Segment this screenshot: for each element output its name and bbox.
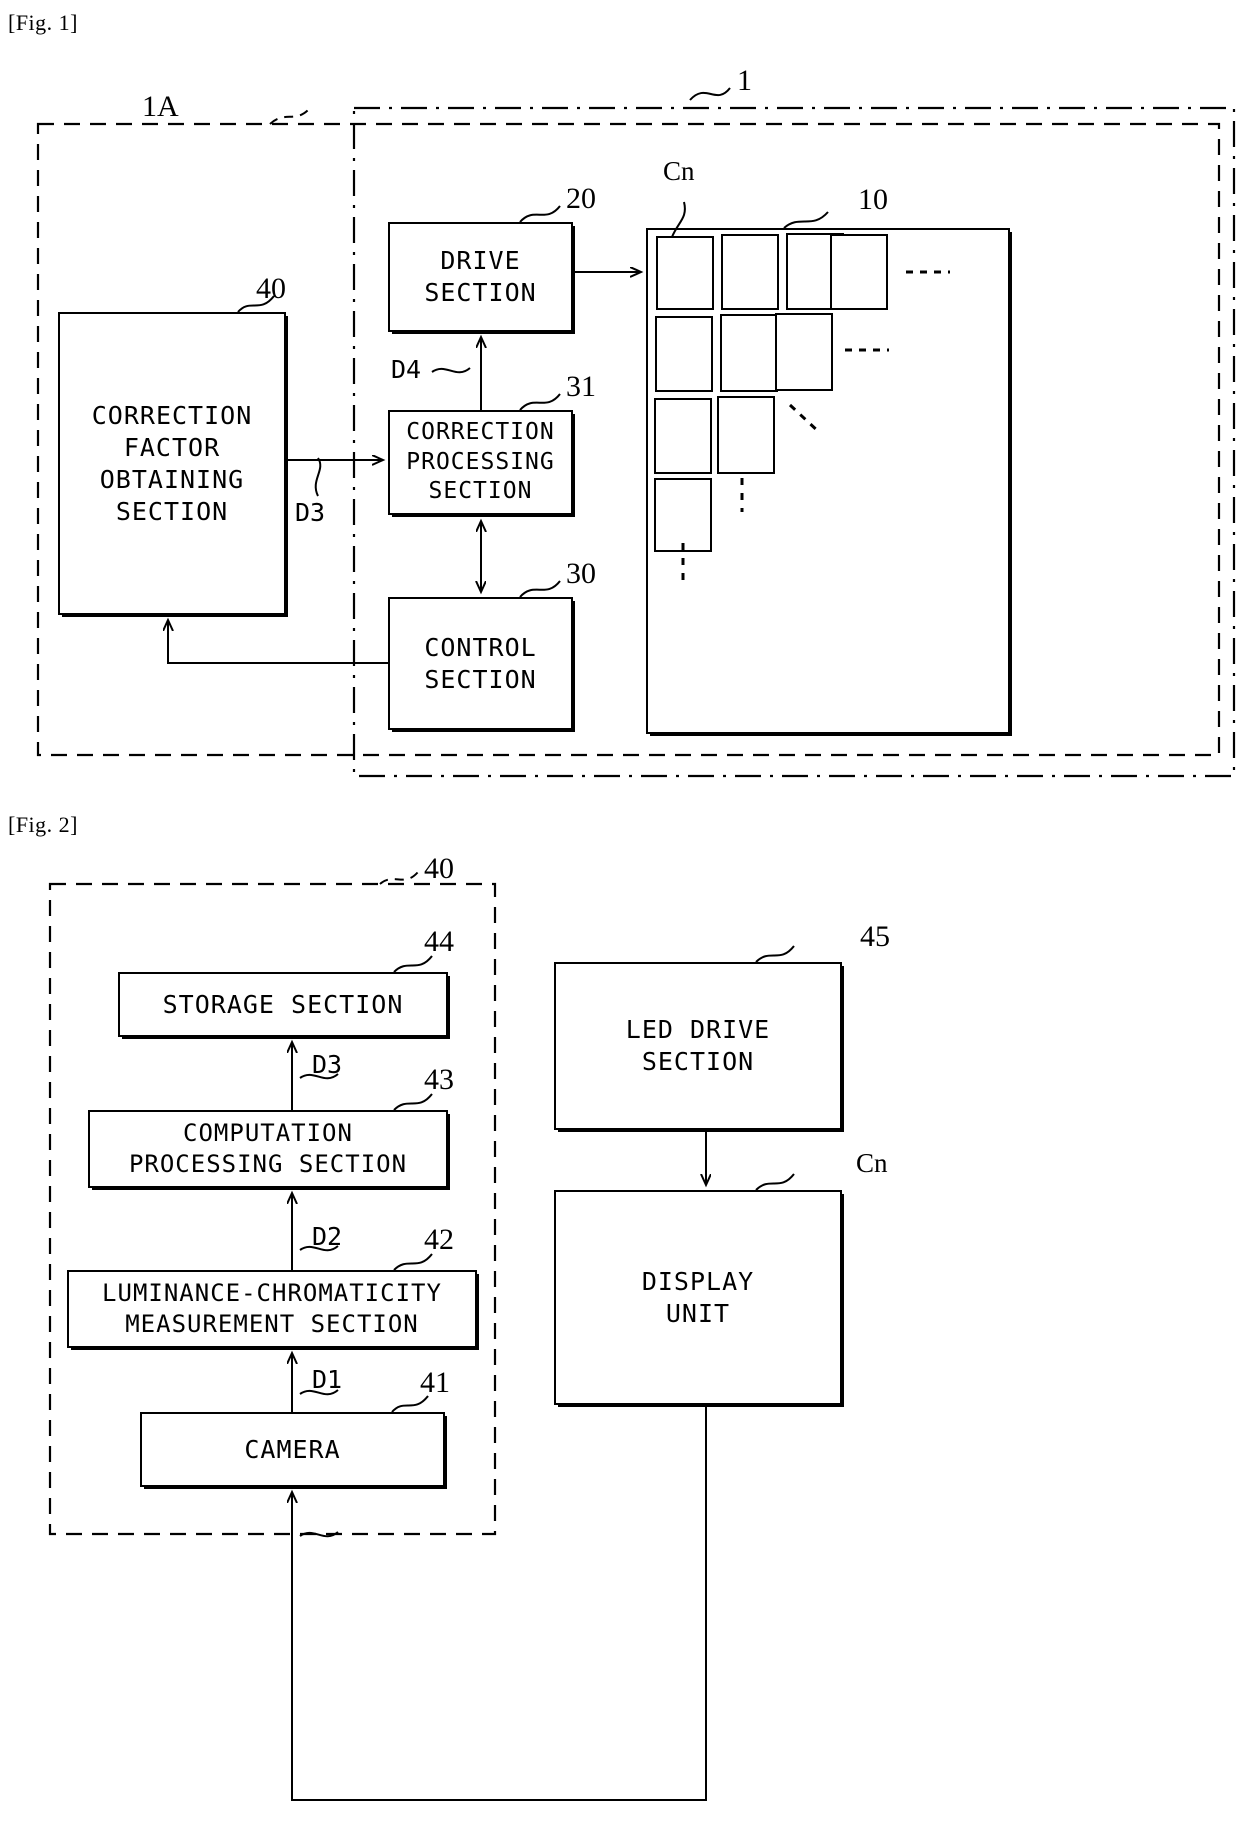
control-section-box[interactable]: CONTROL SECTION bbox=[388, 597, 573, 730]
display-unit-box[interactable]: DISPLAY UNIT bbox=[554, 1190, 842, 1405]
ref-20: 20 bbox=[566, 182, 596, 215]
drive-section-label: DRIVE SECTION bbox=[424, 246, 537, 307]
ref-41-leader bbox=[391, 1395, 429, 1413]
ref-45-leader bbox=[755, 945, 795, 963]
signal-d2-fig2: D2 bbox=[312, 1222, 343, 1251]
signal-d4-fig1: D4 bbox=[391, 355, 422, 384]
ref-cn-fig1: Cn bbox=[663, 156, 695, 186]
camera-label: CAMERA bbox=[244, 1434, 341, 1464]
ref-1a: 1A bbox=[142, 90, 179, 123]
computation-processing-section-box[interactable]: COMPUTATION PROCESSING SECTION bbox=[88, 1110, 448, 1188]
ref-43-leader bbox=[393, 1093, 433, 1111]
ref-40-fig1: 40 bbox=[256, 272, 286, 305]
ref-44-leader bbox=[393, 955, 433, 973]
luminance-chromaticity-measurement-section-box[interactable]: LUMINANCE-CHROMATICITY MEASUREMENT SECTI… bbox=[67, 1270, 477, 1348]
ref-10: 10 bbox=[858, 183, 888, 216]
obtaining-section-boundary-40 bbox=[48, 871, 497, 1536]
panel-cell bbox=[720, 314, 778, 392]
display-unit-label: DISPLAY UNIT bbox=[641, 1266, 755, 1328]
signal-d1-fig2: D1 bbox=[312, 1365, 343, 1394]
ref-cn-leader-fig2 bbox=[755, 1173, 795, 1191]
storage-section-label: STORAGE SECTION bbox=[162, 989, 404, 1019]
ref-45: 45 bbox=[860, 920, 890, 953]
correction-factor-obtaining-section-box[interactable]: CORRECTION FACTOR OBTAINING SECTION bbox=[58, 312, 286, 615]
correction-processing-section-label: CORRECTION PROCESSING SECTION bbox=[406, 419, 555, 505]
led-drive-section-label: LED DRIVE SECTION bbox=[625, 1015, 771, 1076]
drive-section-box[interactable]: DRIVE SECTION bbox=[388, 222, 573, 332]
ref-42-leader bbox=[393, 1253, 433, 1271]
ref-43: 43 bbox=[424, 1063, 454, 1096]
signal-d3-fig1: D3 bbox=[295, 498, 326, 527]
ref-44: 44 bbox=[424, 925, 454, 958]
panel-cell bbox=[654, 398, 712, 474]
ref-30: 30 bbox=[566, 557, 596, 590]
ref-41: 41 bbox=[420, 1366, 450, 1399]
control-section-label: CONTROL SECTION bbox=[424, 632, 537, 694]
figure-2-caption: [Fig. 2] bbox=[8, 812, 78, 837]
camera-box[interactable]: CAMERA bbox=[140, 1412, 445, 1487]
ref-42: 42 bbox=[424, 1223, 454, 1256]
ref-cn-fig2: Cn bbox=[856, 1148, 888, 1178]
storage-section-box[interactable]: STORAGE SECTION bbox=[118, 972, 448, 1037]
panel-cell bbox=[830, 234, 888, 310]
figure-1-caption: [Fig. 1] bbox=[8, 10, 78, 35]
figure2-connectors bbox=[0, 0, 1240, 1801]
panel-cell bbox=[654, 478, 712, 552]
panel-cell bbox=[717, 396, 775, 474]
correction-processing-section-box[interactable]: CORRECTION PROCESSING SECTION bbox=[388, 410, 573, 515]
luminance-chromaticity-measurement-section-label: LUMINANCE-CHROMATICITY MEASUREMENT SECTI… bbox=[102, 1279, 442, 1338]
panel-cell bbox=[775, 313, 833, 391]
signal-d3-fig2: D3 bbox=[312, 1050, 343, 1079]
computation-processing-section-label: COMPUTATION PROCESSING SECTION bbox=[128, 1119, 408, 1178]
ref-1: 1 bbox=[737, 64, 752, 97]
panel-cell bbox=[721, 234, 779, 310]
panel-cell bbox=[656, 236, 714, 310]
led-drive-section-box[interactable]: LED DRIVE SECTION bbox=[554, 962, 842, 1130]
ref-31: 31 bbox=[566, 370, 596, 403]
correction-factor-obtaining-section-label: CORRECTION FACTOR OBTAINING SECTION bbox=[91, 400, 253, 526]
panel-cell bbox=[655, 316, 713, 392]
ref-40-fig2: 40 bbox=[424, 852, 454, 885]
